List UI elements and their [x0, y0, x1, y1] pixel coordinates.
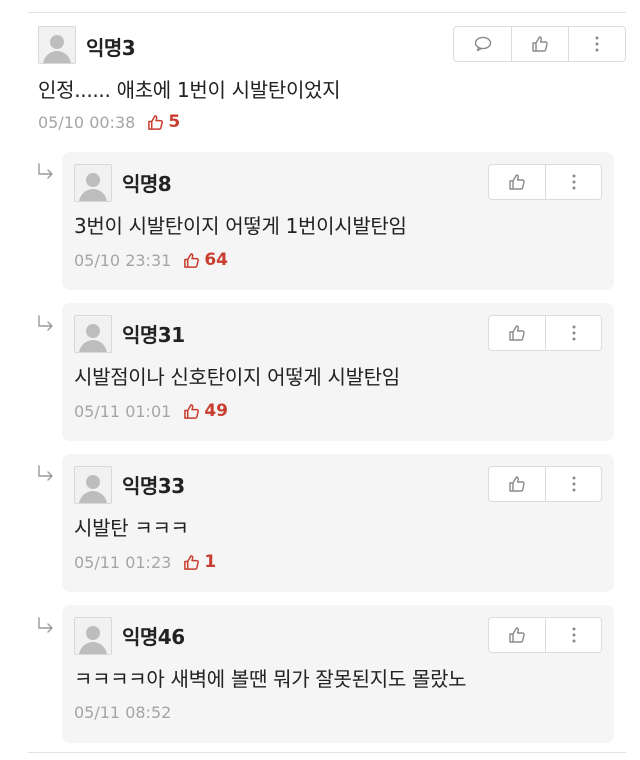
vertical-dots-icon [572, 476, 575, 492]
reply-time: 05/11 01:23 [74, 552, 172, 572]
comment-text: 인정...... 애초에 1번이 시발탄이었지 [38, 78, 341, 102]
vertical-dots-icon [595, 36, 599, 52]
avatar [38, 26, 76, 64]
reply-text: ㅋㅋㅋㅋ아 새벽에 볼땐 뭐가 잘못된지도 몰랐노 [74, 667, 467, 691]
reply-arrow-icon [38, 163, 53, 179]
thumbs-up-icon [148, 114, 164, 130]
thumbs-up-icon [184, 403, 200, 419]
like-count-badge: 1 [183, 552, 216, 572]
vertical-dots-icon [572, 325, 575, 341]
like-count: 49 [204, 401, 228, 421]
like-button[interactable] [489, 618, 545, 652]
thumbs-up-icon [509, 627, 525, 643]
comment-time: 05/10 00:38 [38, 112, 136, 132]
reply-button[interactable] [454, 27, 511, 61]
avatar [74, 164, 112, 202]
comment-action-group [453, 26, 626, 62]
more-button[interactable] [545, 316, 601, 350]
reply-text: 시발탄 ㅋㅋㅋ [74, 516, 189, 540]
reply-comment: 익명46 ㅋㅋㅋㅋ아 새벽에 볼땐 뭐가 잘못된지도 몰랐노 05/11 08:… [62, 605, 614, 743]
reply-text: 3번이 시발탄이지 어떻게 1번이시발탄임 [74, 214, 407, 238]
reply-arrow-icon [38, 465, 53, 481]
thumbs-up-icon [184, 252, 200, 268]
reply-action-group [488, 617, 602, 653]
reply-meta: 05/10 23:31 64 [74, 250, 228, 270]
comment: 익명3 인정...... 애초에 1번이 시발탄이었지 05/10 00:38 … [28, 22, 626, 140]
like-count: 5 [168, 112, 181, 132]
reply-meta: 05/11 01:23 1 [74, 552, 216, 572]
reply-nickname: 익명8 [122, 172, 172, 196]
reply-arrow-icon [38, 315, 53, 331]
reply-comment: 익명31 시발점이나 신호탄이지 어떻게 시발탄임 05/11 01:01 49 [62, 303, 614, 441]
like-button[interactable] [489, 316, 545, 350]
reply-nickname: 익명33 [122, 474, 185, 498]
like-count: 1 [204, 552, 217, 572]
avatar [74, 315, 112, 353]
reply-time: 05/10 23:31 [74, 250, 172, 270]
like-count-badge: 5 [147, 112, 180, 132]
reply-nickname: 익명31 [122, 323, 185, 347]
more-button[interactable] [545, 618, 601, 652]
top-divider [28, 12, 626, 13]
reply-action-group [488, 164, 602, 200]
thumbs-up-icon [509, 174, 525, 190]
reply-time: 05/11 01:01 [74, 401, 172, 421]
vertical-dots-icon [572, 627, 575, 643]
reply-comment: 익명33 시발탄 ㅋㅋㅋ 05/11 01:23 1 [62, 454, 614, 592]
vertical-dots-icon [572, 174, 575, 190]
comment-nickname: 익명3 [86, 36, 136, 60]
more-button[interactable] [545, 467, 601, 501]
reply-nickname: 익명46 [122, 625, 185, 649]
reply-arrow-icon [38, 617, 53, 633]
like-count-badge: 64 [183, 250, 228, 270]
more-button[interactable] [568, 27, 625, 61]
like-button[interactable] [511, 27, 568, 61]
thumbs-up-icon [509, 325, 525, 341]
avatar [74, 617, 112, 655]
reply-text: 시발점이나 신호탄이지 어떻게 시발탄임 [74, 365, 400, 389]
reply-action-group [488, 466, 602, 502]
more-button[interactable] [545, 165, 601, 199]
like-button[interactable] [489, 165, 545, 199]
speech-bubble-icon [474, 36, 491, 52]
reply-action-group [488, 315, 602, 351]
like-count-badge: 49 [183, 401, 228, 421]
bottom-divider [28, 752, 626, 753]
reply-comment: 익명8 3번이 시발탄이지 어떻게 1번이시발탄임 05/10 23:31 64 [62, 152, 614, 290]
avatar [74, 466, 112, 504]
reply-meta: 05/11 01:01 49 [74, 401, 228, 421]
thumbs-up-icon [532, 36, 548, 52]
comment-meta: 05/10 00:38 5 [38, 112, 180, 132]
like-button[interactable] [489, 467, 545, 501]
reply-time: 05/11 08:52 [74, 703, 172, 722]
thumbs-up-icon [509, 476, 525, 492]
like-count: 64 [204, 250, 228, 270]
thumbs-up-icon [184, 554, 200, 570]
reply-meta: 05/11 08:52 [74, 703, 171, 722]
